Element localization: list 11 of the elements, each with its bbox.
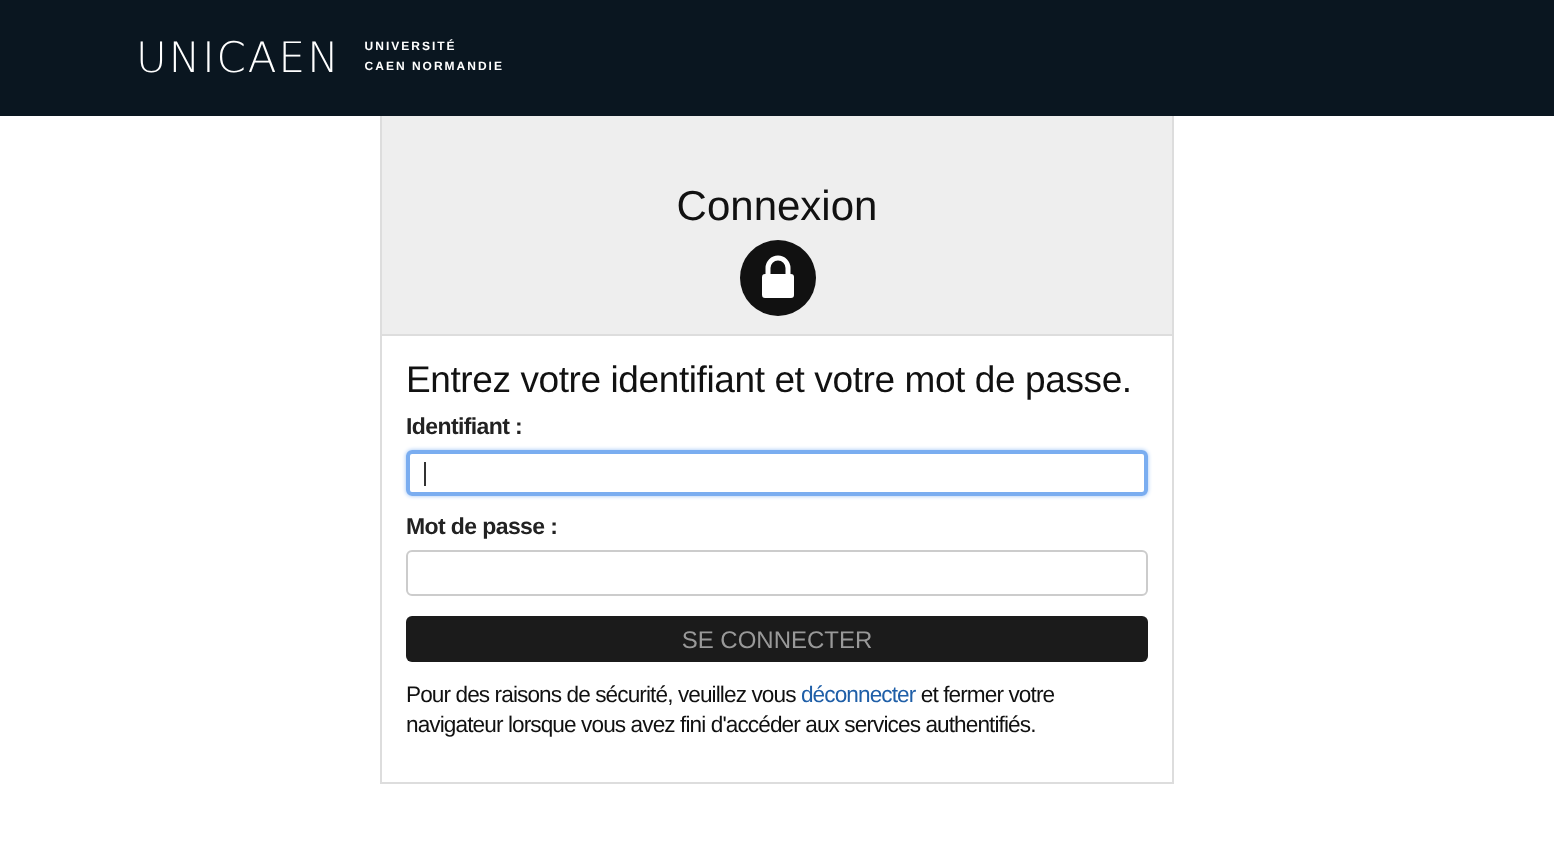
field-label: Identifiant : [406, 416, 525, 440]
security-notice: Pour des raisons de sécurité, veuillez vous déconnecter et fermer votre navigateur lorsque vous avez fini d'accéder aux services authentifiés. [406, 682, 1057, 742]
login-heading: Entrez votre identifiant et votre mot de passe. [406, 356, 1134, 404]
input-field[interactable] [406, 550, 1148, 596]
field-label: Mot de passe : [406, 516, 560, 540]
lock-icon [739, 240, 815, 316]
login-title: Connexion [676, 184, 878, 232]
logo: UNICAEN [136, 34, 341, 82]
login-button[interactable]: SE CONNECTER [406, 616, 1148, 662]
input-field[interactable] [406, 450, 1148, 496]
logout-link[interactable]: déconnecter [800, 684, 916, 708]
